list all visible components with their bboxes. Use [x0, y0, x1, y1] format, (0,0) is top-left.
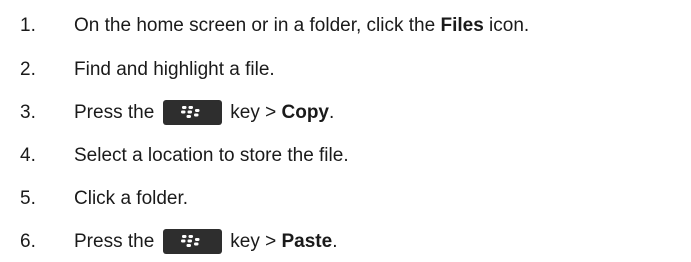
step-5: 5. Click a folder. — [0, 180, 188, 216]
step-number: 2. — [20, 58, 36, 80]
step-text-bold: Copy — [281, 101, 330, 123]
step-number: 5. — [20, 187, 36, 209]
step-text-post: . — [332, 230, 338, 252]
instruction-steps: 1. On the home screen or in a folder, cl… — [0, 0, 691, 262]
step-number: 3. — [20, 101, 36, 123]
step-text-post: icon. — [483, 14, 530, 36]
step-number: 1. — [20, 14, 36, 36]
step-text: Press the key > Paste. — [74, 228, 338, 254]
step-text-pre: Press the — [74, 230, 155, 252]
step-text-post: . — [329, 101, 335, 123]
step-4: 4. Select a location to store the file. — [0, 137, 349, 173]
step-number: 6. — [20, 230, 36, 252]
step-number: 4. — [20, 144, 36, 166]
blackberry-menu-key-icon — [163, 99, 223, 125]
step-text: Press the key > Copy. — [74, 99, 335, 125]
step-1: 1. On the home screen or in a folder, cl… — [0, 7, 529, 43]
step-6: 6. Press the key > Paste. — [0, 223, 337, 259]
step-text: On the home screen or in a folder, click… — [74, 16, 529, 35]
step-text-mid: key > — [230, 230, 282, 252]
step-2: 2. Find and highlight a file. — [0, 51, 275, 87]
step-text-pre: Press the — [74, 101, 155, 123]
step-text-bold: Paste — [281, 230, 333, 252]
step-text-mid: key > — [230, 101, 282, 123]
step-text-bold: Files — [440, 14, 484, 36]
step-3: 3. Press the key > Copy. — [0, 94, 334, 130]
blackberry-menu-key-icon — [163, 228, 223, 254]
step-text: Select a location to store the file. — [74, 144, 349, 166]
step-text: Click a folder. — [74, 187, 189, 209]
step-text-pre: On the home screen or in a folder, click… — [74, 14, 441, 36]
step-text: Find and highlight a file. — [74, 58, 275, 80]
